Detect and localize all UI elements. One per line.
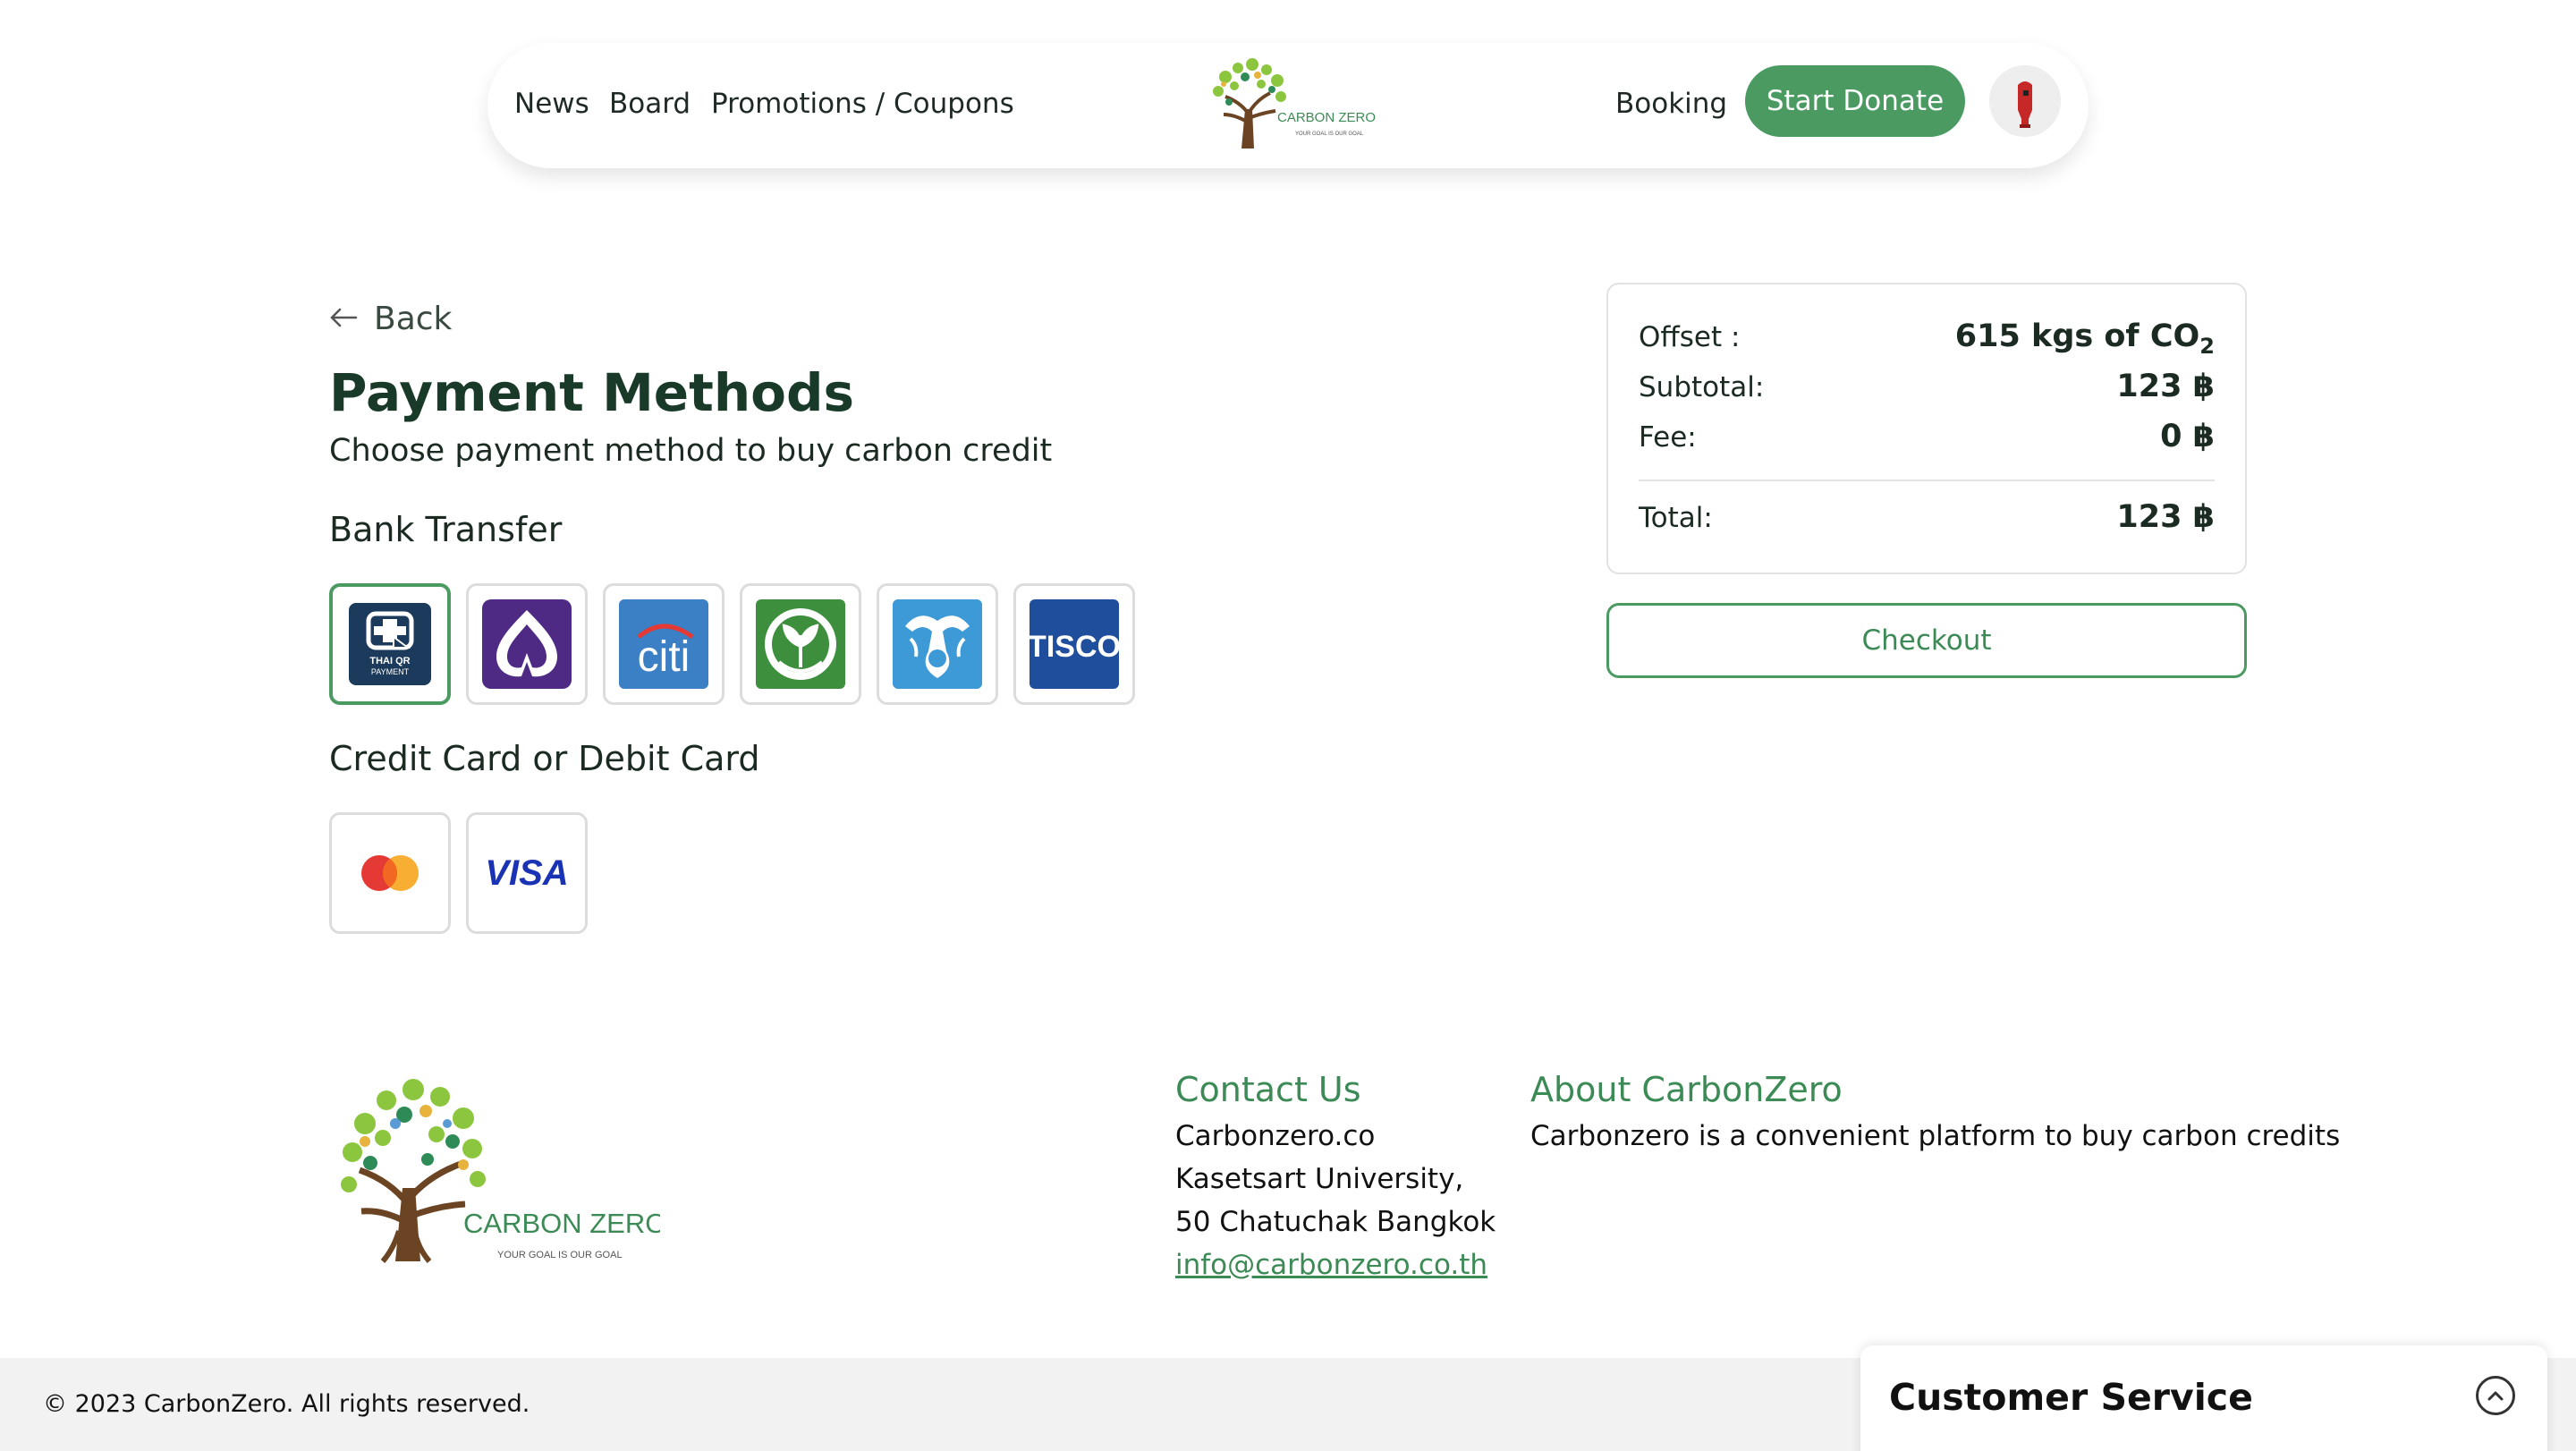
tisco-icon: TISCO bbox=[1030, 599, 1119, 689]
customer-service-title: Customer Service bbox=[1889, 1376, 2253, 1419]
visa-label: VISA bbox=[485, 853, 568, 893]
about-text: Carbonzero is a convenient platform to b… bbox=[1530, 1120, 2341, 1152]
thai-qr-icon: THAI QR PAYMENT bbox=[349, 603, 431, 685]
fee-value: 0 ฿ bbox=[2160, 419, 2215, 454]
nav-promotions-link[interactable]: Promotions / Coupons bbox=[711, 88, 1014, 121]
total-label: Total: bbox=[1639, 502, 1713, 534]
total-value: 123 ฿ bbox=[2116, 499, 2215, 535]
chevron-up-icon[interactable] bbox=[2476, 1376, 2515, 1415]
copyright-text: © 2023 CarbonZero. All rights reserved. bbox=[43, 1390, 530, 1418]
back-button[interactable]: Back bbox=[329, 301, 452, 337]
kbank-icon bbox=[756, 599, 845, 689]
logo-wordmark: CARBON ZERO bbox=[1277, 110, 1376, 125]
bank-transfer-heading: Bank Transfer bbox=[329, 510, 563, 549]
krungthai-bank-option[interactable] bbox=[877, 583, 998, 705]
tisco-label: TISCO bbox=[1030, 630, 1119, 664]
offset-value: 615 kgs of CO2 bbox=[1954, 318, 2215, 359]
start-donate-button[interactable]: Start Donate bbox=[1745, 65, 1965, 137]
fee-label: Fee: bbox=[1639, 421, 1697, 454]
offset-row: Offset : 615 kgs of CO2 bbox=[1639, 318, 2215, 359]
thai-qr-label-1: THAI QR bbox=[369, 656, 410, 666]
bank-options: THAI QR PAYMENT citi TISCO bbox=[329, 583, 1135, 705]
order-summary: Offset : 615 kgs of CO2 Subtotal: 123 ฿ … bbox=[1606, 283, 2247, 574]
page-title: Payment Methods bbox=[329, 362, 855, 423]
nav-board-link[interactable]: Board bbox=[609, 88, 691, 121]
checkout-button[interactable]: Checkout bbox=[1606, 603, 2247, 678]
card-options: VISA bbox=[329, 812, 588, 934]
citi-icon: citi bbox=[619, 599, 708, 689]
offset-label: Offset : bbox=[1639, 321, 1741, 353]
citi-label: citi bbox=[638, 633, 691, 681]
top-navbar: News Board Promotions / Coupons CARBON Z… bbox=[487, 43, 2089, 168]
visa-option[interactable]: VISA bbox=[466, 812, 588, 934]
footer-logo-wordmark: CARBON ZERO bbox=[463, 1208, 660, 1239]
visa-icon: VISA bbox=[485, 853, 568, 893]
contact-address-2: 50 Chatuchak Bangkok bbox=[1175, 1206, 1496, 1238]
customer-service-panel[interactable]: Customer Service bbox=[1860, 1345, 2547, 1451]
footer-logo-tagline: YOUR GOAL IS OUR GOAL bbox=[497, 1250, 623, 1260]
subtotal-value: 123 ฿ bbox=[2116, 369, 2215, 404]
citibank-option[interactable]: citi bbox=[603, 583, 724, 705]
nav-booking-link[interactable]: Booking bbox=[1615, 88, 1727, 121]
kasikorn-bank-option[interactable] bbox=[740, 583, 861, 705]
mastercard-icon bbox=[361, 855, 419, 891]
logo-tagline: YOUR GOAL IS OUR GOAL bbox=[1295, 132, 1364, 137]
subtotal-row: Subtotal: 123 ฿ bbox=[1639, 369, 2215, 404]
footer-logo: CARBON ZERO YOUR GOAL IS OUR GOAL bbox=[329, 1070, 666, 1267]
krungthai-icon bbox=[893, 599, 982, 689]
thai-qr-payment-option[interactable]: THAI QR PAYMENT bbox=[329, 583, 451, 705]
nav-news-link[interactable]: News bbox=[514, 88, 589, 121]
credit-card-heading: Credit Card or Debit Card bbox=[329, 739, 760, 778]
back-label: Back bbox=[374, 301, 453, 337]
fee-row: Fee: 0 ฿ bbox=[1639, 419, 2215, 454]
total-row: Total: 123 ฿ bbox=[1639, 499, 2215, 535]
tisco-bank-option[interactable]: TISCO bbox=[1013, 583, 1135, 705]
about-heading: About CarbonZero bbox=[1530, 1070, 1843, 1109]
scb-bank-option[interactable] bbox=[466, 583, 588, 705]
contact-email-link[interactable]: info@carbonzero.co.th bbox=[1175, 1249, 1487, 1281]
contact-address-1: Kasetsart University, bbox=[1175, 1163, 1464, 1195]
scb-icon bbox=[482, 599, 572, 689]
summary-divider bbox=[1639, 479, 2215, 481]
page-subtitle: Choose payment method to buy carbon cred… bbox=[329, 433, 1053, 469]
thai-qr-label-2: PAYMENT bbox=[371, 667, 410, 676]
arrow-left-icon bbox=[329, 307, 358, 332]
carbonzero-logo[interactable]: CARBON ZERO YOUR GOAL IS OUR GOAL bbox=[1199, 50, 1400, 157]
contact-heading: Contact Us bbox=[1175, 1070, 1361, 1109]
subtotal-label: Subtotal: bbox=[1639, 371, 1765, 403]
contact-company: Carbonzero.co bbox=[1175, 1120, 1376, 1152]
user-avatar[interactable] bbox=[1989, 65, 2061, 137]
mastercard-option[interactable] bbox=[329, 812, 451, 934]
